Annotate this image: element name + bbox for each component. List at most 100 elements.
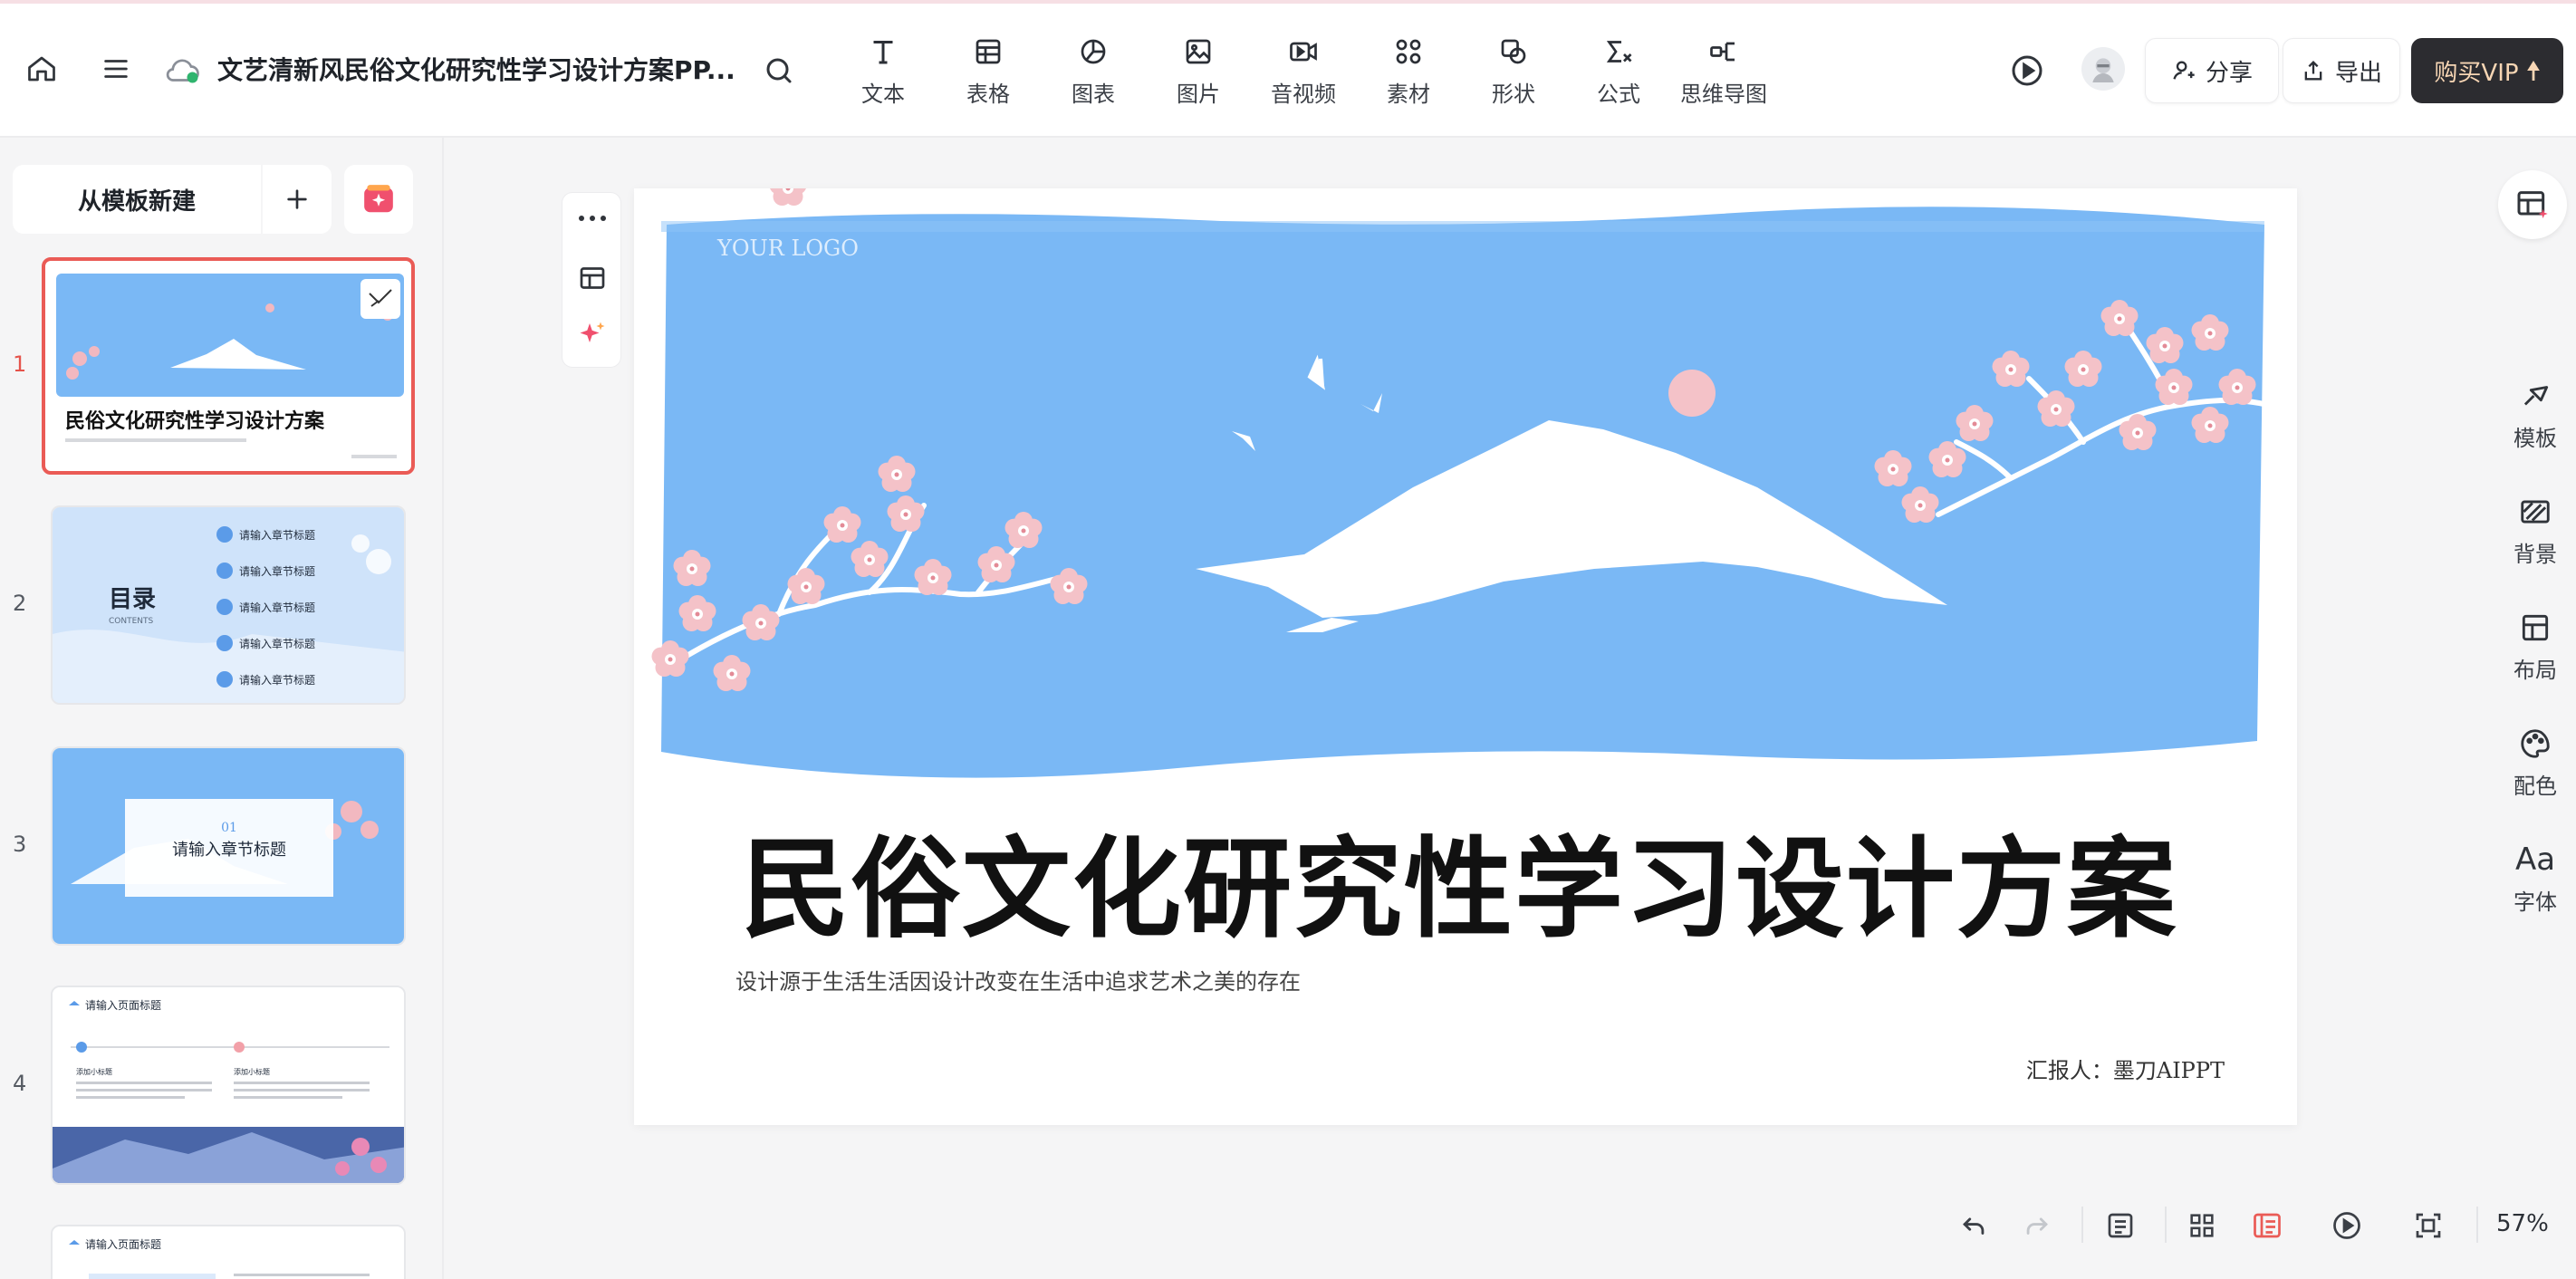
slide-thumbnail-2[interactable]: 目录 CONTENTS 请输入章节标题 请输入章节标题 请输入章节标题 请输入章… [51,505,406,705]
palette-icon [2521,729,2550,758]
svg-text:添加小标题: 添加小标题 [234,1067,270,1076]
panel-layout[interactable]: 布局 [2502,611,2569,684]
template-icon [2523,386,2549,406]
new-from-template-button[interactable]: 从模板新建 [13,165,261,234]
ai-generate-button[interactable] [344,165,413,234]
svg-text:01: 01 [221,821,237,835]
slide-logo[interactable]: YOUR LOGO [717,236,859,261]
share-user-icon [2173,61,2195,80]
slide-canvas[interactable]: YOUR LOGO 民俗文化研究性学习设计方案 设计源于生活生活因设计改变在生活… [634,188,2297,1125]
svg-text:CONTENTS: CONTENTS [109,617,154,626]
tool-table[interactable]: 表格 [938,33,1038,114]
svg-text:添加小标题: 添加小标题 [76,1067,112,1076]
slide-5-preview: 请输入页面标题 [53,1226,404,1279]
avatar[interactable] [2081,47,2125,91]
tool-mindmap-label: 思维导图 [1680,82,1767,107]
export-button[interactable]: 导出 [2283,38,2400,103]
tool-shape-label: 形状 [1492,82,1535,107]
tool-table-label: 表格 [966,82,1010,107]
slide-reporter[interactable]: 汇报人：墨刀AIPPT [2026,1053,2225,1084]
tool-chart-label: 图表 [1072,82,1115,107]
tool-shape[interactable]: 形状 [1464,33,1563,114]
chart-icon [1077,33,1110,71]
menu-icon[interactable] [98,51,134,87]
tool-image-label: 图片 [1177,82,1220,107]
slide-panel: 从模板新建 1 民俗文化研究性学习设计方案 2 目录 CONTENTS 请输入章… [0,138,444,1279]
buy-vip-button[interactable]: 购买VIP [2411,38,2563,103]
svg-text:请输入章节标题: 请输入章节标题 [239,528,315,542]
layout-icon[interactable] [576,262,609,294]
formula-icon [1602,33,1635,71]
tool-assets-label: 素材 [1387,82,1430,107]
image-icon [1182,33,1215,71]
ai-sparkle-icon[interactable] [576,318,609,351]
panel-template-label: 模板 [2514,426,2557,451]
export-label: 导出 [2334,59,2382,87]
slide-thumbnail-5[interactable]: 请输入页面标题 [51,1225,406,1279]
search-icon[interactable] [759,51,799,91]
edit-view-icon[interactable] [2244,1203,2290,1248]
tool-formula[interactable]: 公式 [1569,33,1668,114]
fit-screen-icon[interactable] [2406,1203,2451,1248]
share-label: 分享 [2205,59,2253,87]
svg-text:请输入页面标题: 请输入页面标题 [85,998,161,1012]
svg-text:民俗文化研究性学习设计方案: 民俗文化研究性学习设计方案 [65,409,325,433]
tool-video[interactable]: 音视频 [1254,33,1353,114]
separator [2081,1207,2083,1243]
table-icon [972,33,1004,71]
separator [2165,1207,2167,1243]
slide-title[interactable]: 民俗文化研究性学习设计方案 [741,801,2177,958]
slide-mini-toolbar [562,192,621,368]
zoom-level[interactable]: 57% [2496,1210,2549,1237]
share-button[interactable]: 分享 [2145,38,2279,103]
svg-text:请输入章节标题: 请输入章节标题 [239,564,315,578]
svg-text:请输入章节标题: 请输入章节标题 [239,601,315,614]
slide-2-preview: 目录 CONTENTS 请输入章节标题 请输入章节标题 请输入章节标题 请输入章… [53,507,404,703]
tool-formula-label: 公式 [1597,82,1640,107]
undo-icon[interactable] [1951,1203,1996,1248]
play-icon[interactable] [2007,51,2047,91]
svg-text:请输入章节标题: 请输入章节标题 [239,673,315,687]
home-icon[interactable] [24,51,60,87]
slide-3-preview: 01 请输入章节标题 [53,748,404,944]
plus-icon [287,189,307,209]
panel-palette[interactable]: 配色 [2502,726,2569,800]
tool-video-label: 音视频 [1271,82,1336,107]
svg-text:请输入页面标题: 请输入页面标题 [85,1237,161,1251]
svg-text:目录: 目录 [109,586,156,613]
slide-thumbnail-3[interactable]: 01 请输入章节标题 [51,746,406,946]
add-slide-button[interactable] [263,165,332,234]
panel-background-label: 背景 [2514,542,2557,567]
shape-icon [1497,33,1530,71]
template-ai-icon [2517,191,2548,218]
video-icon [1287,33,1320,71]
assets-icon [1392,33,1425,71]
tool-chart[interactable]: 图表 [1043,33,1143,114]
layout-panel-icon [2522,614,2549,641]
tool-assets[interactable]: 素材 [1359,33,1458,114]
notes-icon[interactable] [2098,1203,2143,1248]
panel-font-label: 字体 [2514,890,2557,915]
background-icon [2521,500,2550,524]
vip-arrow-icon [2526,61,2540,81]
vip-label: 购买VIP [2434,59,2519,87]
slide-thumbnail-1[interactable]: 民俗文化研究性学习设计方案 [42,257,415,475]
slide-thumbnail-4[interactable]: 请输入页面标题 添加小标题 添加小标题 [51,986,406,1185]
present-icon[interactable] [2324,1203,2369,1248]
redo-icon[interactable] [2014,1203,2060,1248]
slide-4-preview: 请输入页面标题 添加小标题 添加小标题 [53,987,404,1183]
tool-mindmap[interactable]: 思维导图 [1674,33,1773,114]
panel-font[interactable]: Aa 字体 [2502,842,2569,916]
more-icon[interactable] [574,209,610,227]
panel-background[interactable]: 背景 [2502,495,2569,568]
slide-subtitle[interactable]: 设计源于生活生活因设计改变在生活中追求艺术之美的存在 [735,964,1301,995]
document-title[interactable]: 文艺清新风民俗文化研究性学习设计方案PP... [217,51,735,87]
tool-text[interactable]: 文本 [833,33,933,114]
ai-sparkle-icon [364,185,393,213]
svg-text:请输入章节标题: 请输入章节标题 [172,841,286,860]
grid-view-icon[interactable] [2179,1203,2225,1248]
panel-template[interactable]: 模板 [2502,379,2569,452]
tool-text-label: 文本 [861,82,905,107]
tool-image[interactable]: 图片 [1149,33,1248,114]
ai-template-button[interactable] [2498,170,2567,239]
